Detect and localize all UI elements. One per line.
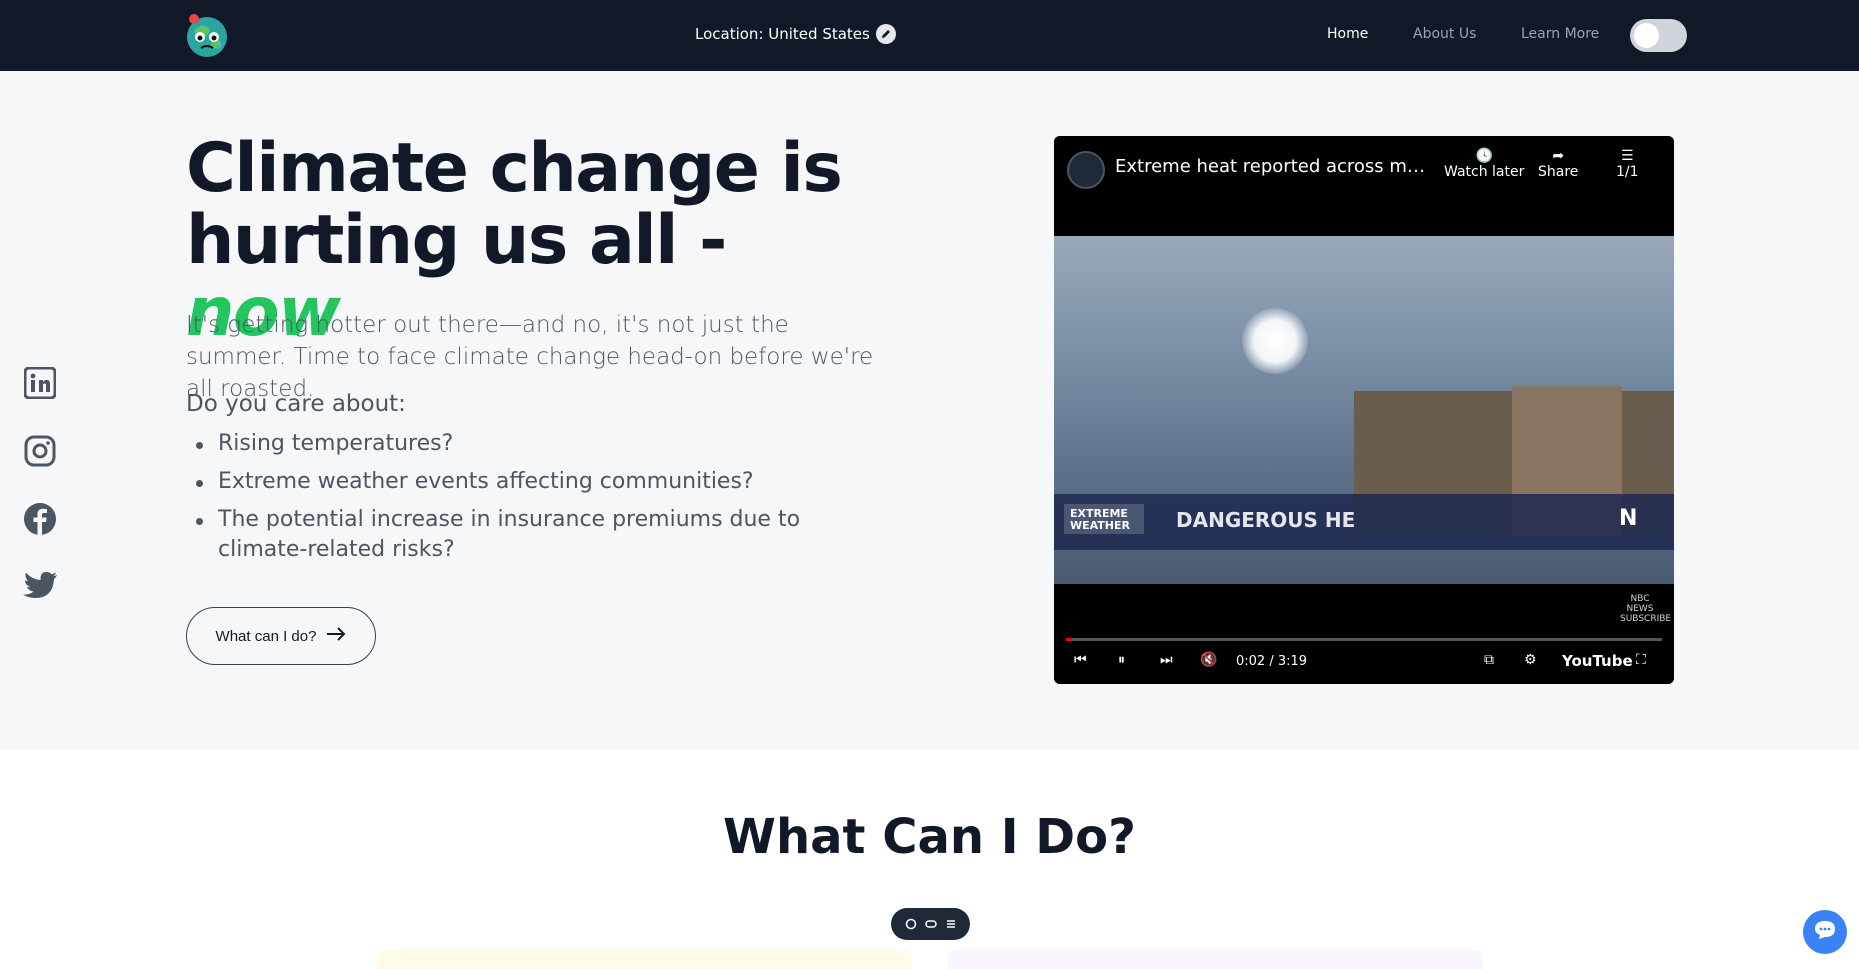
mute-icon[interactable]: 🔇 xyxy=(1200,652,1217,668)
action-card xyxy=(948,949,1483,969)
toggle-icon[interactable] xyxy=(924,915,937,934)
twitter-icon[interactable] xyxy=(22,568,58,604)
chat-icon xyxy=(1814,920,1836,944)
share-icon: ➦ xyxy=(1552,148,1565,164)
share-button[interactable]: ➦ Share xyxy=(1538,148,1578,180)
player-controls: ⏮ ⏸ ⏭ 🔇 0:02 / 3:19 ⧉ ⚙ YouTube ⛶ xyxy=(1054,652,1674,680)
comment-icon[interactable] xyxy=(905,915,917,934)
nbc-subscribe-logo[interactable]: NBC NEWS SUBSCRIBE xyxy=(1620,594,1671,630)
nav-link-about-us[interactable]: About Us xyxy=(1413,26,1476,42)
floating-toolbar[interactable] xyxy=(891,908,970,940)
sun-glare xyxy=(1242,308,1308,374)
chat-button[interactable] xyxy=(1803,910,1847,954)
next-icon[interactable]: ⏭ xyxy=(1160,652,1173,668)
hero-question: Do you care about: xyxy=(186,391,406,417)
channel-avatar[interactable] xyxy=(1067,151,1105,189)
watch-later-label: Watch later xyxy=(1444,164,1525,180)
video-frame: EXTREME WEATHER DANGEROUS HE N xyxy=(1054,236,1674,584)
captions-icon[interactable]: ⧉ xyxy=(1484,652,1494,668)
video-player[interactable]: Extreme heat reported across multiple...… xyxy=(1054,136,1674,684)
location-selector[interactable]: Location: United States xyxy=(695,24,896,44)
toggle-knob xyxy=(1634,23,1659,48)
video-controls-bar: NBC NEWS SUBSCRIBE ⏮ ⏸ ⏭ 🔇 0:02 / 3:19 ⧉… xyxy=(1054,584,1674,684)
lower-third-text: DANGEROUS HE xyxy=(1176,508,1356,532)
progress-bar[interactable] xyxy=(1066,638,1662,641)
share-label: Share xyxy=(1538,164,1579,180)
watch-later-button[interactable]: 🕓 Watch later xyxy=(1444,148,1524,180)
action-card xyxy=(377,949,912,969)
playlist-button[interactable]: ☰ 1/1 xyxy=(1616,148,1639,180)
hero-title-main: Climate change is hurting us all - xyxy=(186,129,843,280)
clock-icon: 🕓 xyxy=(1475,148,1493,164)
hero-section: Climate change is hurting us all - now I… xyxy=(0,71,1859,749)
youtube-logo[interactable]: YouTube xyxy=(1562,652,1633,670)
location-label: Location: United States xyxy=(695,25,870,43)
list-item: Extreme weather events affecting communi… xyxy=(186,467,806,497)
top-navbar: Location: United States Home About Us Le… xyxy=(0,0,1859,71)
previous-icon[interactable]: ⏮ xyxy=(1074,652,1087,668)
playlist-icon: ☰ xyxy=(1620,148,1634,164)
logo-icon[interactable] xyxy=(182,11,232,59)
instagram-icon[interactable] xyxy=(22,433,58,469)
pause-icon[interactable]: ⏸ xyxy=(1118,652,1125,668)
playlist-count: 1/1 xyxy=(1616,164,1639,180)
progress-fill xyxy=(1066,638,1072,641)
nav-link-learn-more[interactable]: Learn More xyxy=(1521,26,1599,42)
what-can-i-do-button[interactable]: What can I do? xyxy=(186,607,376,665)
settings-icon[interactable]: ⚙ xyxy=(1524,652,1537,668)
nav-link-home[interactable]: Home xyxy=(1327,26,1368,42)
fullscreen-icon[interactable]: ⛶ xyxy=(1636,652,1646,668)
list-item: Rising temperatures? xyxy=(186,429,806,459)
cta-label: What can I do? xyxy=(215,627,317,645)
concerns-list: Rising temperatures? Extreme weather eve… xyxy=(186,429,806,573)
news-lower-third: EXTREME WEATHER DANGEROUS HE N xyxy=(1054,494,1674,550)
section-heading: What Can I Do? xyxy=(723,809,1136,865)
menu-icon[interactable] xyxy=(945,915,957,934)
time-display: 0:02 / 3:19 xyxy=(1236,654,1308,669)
nbc-n-logo-icon: N xyxy=(1619,506,1638,531)
lower-third-tag: EXTREME WEATHER xyxy=(1064,504,1144,534)
video-title[interactable]: Extreme heat reported across multiple... xyxy=(1115,156,1435,177)
pencil-icon[interactable] xyxy=(875,24,896,44)
facebook-icon[interactable] xyxy=(22,501,58,537)
linkedin-icon[interactable] xyxy=(22,365,58,401)
video-header: Extreme heat reported across multiple...… xyxy=(1054,136,1674,236)
theme-toggle[interactable] xyxy=(1630,19,1687,52)
arrow-right-icon xyxy=(326,626,346,646)
list-item: The potential increase in insurance prem… xyxy=(186,505,806,565)
